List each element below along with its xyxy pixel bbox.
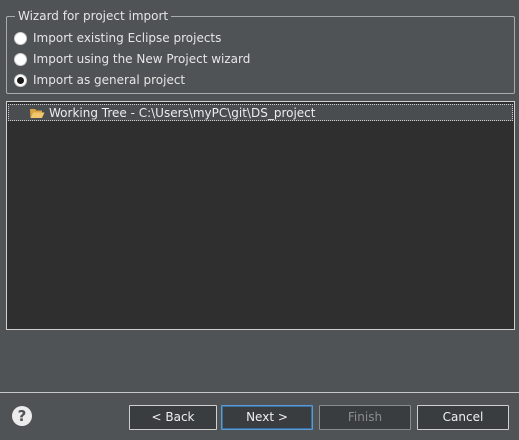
open-folder-icon <box>29 107 45 119</box>
working-tree-view[interactable]: Working Tree - C:\Users\myPC\git\DS_proj… <box>6 101 515 330</box>
radio-import-new-project-wizard[interactable]: Import using the New Project wizard <box>14 51 250 67</box>
group-legend: Wizard for project import <box>15 8 172 24</box>
radio-import-existing[interactable]: Import existing Eclipse projects <box>14 30 221 46</box>
radio-button[interactable] <box>14 31 27 45</box>
radio-button[interactable] <box>14 52 27 66</box>
radio-label: Import as general project <box>33 73 186 87</box>
radio-button-checked[interactable] <box>14 73 27 87</box>
import-wizard-page: Wizard for project import Import existin… <box>0 0 519 440</box>
footer-divider <box>0 392 519 393</box>
cancel-button[interactable]: Cancel <box>417 405 509 430</box>
next-button[interactable]: Next > <box>221 405 313 430</box>
radio-import-general-project[interactable]: Import as general project <box>14 72 185 88</box>
finish-button[interactable]: Finish <box>319 405 411 430</box>
tree-item-label: Working Tree - C:\Users\myPC\git\DS_proj… <box>49 105 316 120</box>
radio-label: Import using the New Project wizard <box>33 52 251 66</box>
back-button[interactable]: < Back <box>129 405 217 430</box>
tree-item-working-tree[interactable]: Working Tree - C:\Users\myPC\git\DS_proj… <box>8 104 513 121</box>
wizard-type-group: Wizard for project import Import existin… <box>6 8 515 94</box>
help-icon[interactable]: ? <box>12 406 32 426</box>
radio-label: Import existing Eclipse projects <box>33 31 222 45</box>
